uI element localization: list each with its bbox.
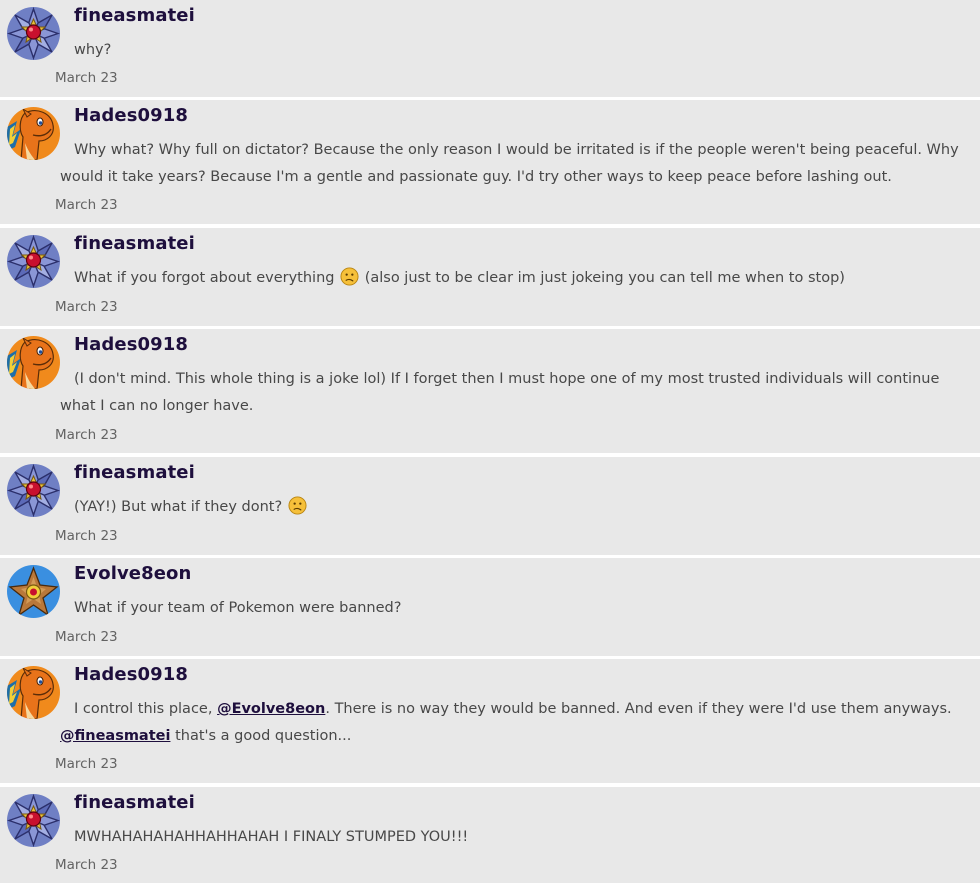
comment-post: Evolve8eon What if your team of Pokemon …: [0, 558, 980, 656]
comment-text: What if your team of Pokemon were banned…: [60, 595, 970, 622]
comment-text: What if you forgot about everything (als…: [60, 265, 970, 292]
username[interactable]: fineasmatei: [74, 792, 195, 813]
comment-text-content: . There is no way they would be banned. …: [325, 701, 952, 717]
username[interactable]: Evolve8eon: [74, 563, 191, 584]
staryu-avatar[interactable]: [7, 565, 60, 618]
charizard-avatar[interactable]: [7, 107, 60, 160]
username[interactable]: fineasmatei: [74, 5, 195, 26]
username[interactable]: fineasmatei: [74, 233, 195, 254]
confused-face-emoji: [288, 496, 307, 515]
post-date: March 23: [55, 756, 118, 772]
starmie-avatar[interactable]: [7, 794, 60, 847]
mention-link[interactable]: @Evolve8eon: [217, 701, 325, 717]
comment-text: (YAY!) But what if they dont?: [60, 494, 970, 521]
confused-face-emoji: [340, 267, 359, 286]
comment-post: fineasmatei MWHAHAHAHAHHAHHAHAH I FINALY…: [0, 787, 980, 883]
comment-text-content: Why what? Why full on dictator? Because …: [60, 142, 959, 185]
comment-text-content: What if you forgot about everything: [74, 270, 335, 286]
comment-text-content: (YAY!) But what if they dont?: [74, 499, 283, 515]
comment-thread: fineasmatei why? March 23 Hades0918 Why …: [0, 0, 980, 883]
starmie-avatar[interactable]: [7, 7, 60, 60]
comment-post: Hades0918 I control this place, @Evolve8…: [0, 659, 980, 783]
comment-text-content: (I don't mind. This whole thing is a jok…: [60, 371, 940, 414]
comment-text: why?: [60, 37, 970, 64]
post-date: March 23: [55, 197, 118, 213]
comment-text: MWHAHAHAHAHHAHHAHAH I FINALY STUMPED YOU…: [60, 824, 970, 851]
username[interactable]: Hades0918: [74, 664, 188, 685]
comment-text: Why what? Why full on dictator? Because …: [60, 137, 970, 190]
username[interactable]: fineasmatei: [74, 462, 195, 483]
comment-text-content: What if your team of Pokemon were banned…: [74, 600, 402, 616]
post-date: March 23: [55, 857, 118, 873]
comment-text: I control this place, @Evolve8eon. There…: [60, 696, 970, 749]
username[interactable]: Hades0918: [74, 334, 188, 355]
comment-post: fineasmatei (YAY!) But what if they dont…: [0, 457, 980, 555]
post-date: March 23: [55, 629, 118, 645]
comment-post: Hades0918 Why what? Why full on dictator…: [0, 100, 980, 224]
starmie-avatar[interactable]: [7, 464, 60, 517]
comment-post: fineasmatei What if you forgot about eve…: [0, 228, 980, 326]
username[interactable]: Hades0918: [74, 105, 188, 126]
charizard-avatar[interactable]: [7, 336, 60, 389]
charizard-avatar[interactable]: [7, 666, 60, 719]
comment-text-content: MWHAHAHAHAHHAHHAHAH I FINALY STUMPED YOU…: [74, 829, 469, 845]
comment-post: fineasmatei why? March 23: [0, 0, 980, 97]
mention-link[interactable]: @fineasmatei: [60, 728, 170, 744]
comment-text: (I don't mind. This whole thing is a jok…: [60, 366, 970, 419]
post-date: March 23: [55, 528, 118, 544]
post-date: March 23: [55, 70, 118, 86]
comment-text-content: (also just to be clear im just jokeing y…: [364, 270, 845, 286]
post-date: March 23: [55, 299, 118, 315]
comment-text-content: why?: [74, 42, 112, 58]
comment-text-content: that's a good question...: [175, 727, 352, 744]
comment-post: Hades0918 (I don't mind. This whole thin…: [0, 329, 980, 453]
starmie-avatar[interactable]: [7, 235, 60, 288]
post-date: March 23: [55, 427, 118, 443]
comment-text-content: I control this place,: [74, 701, 213, 717]
